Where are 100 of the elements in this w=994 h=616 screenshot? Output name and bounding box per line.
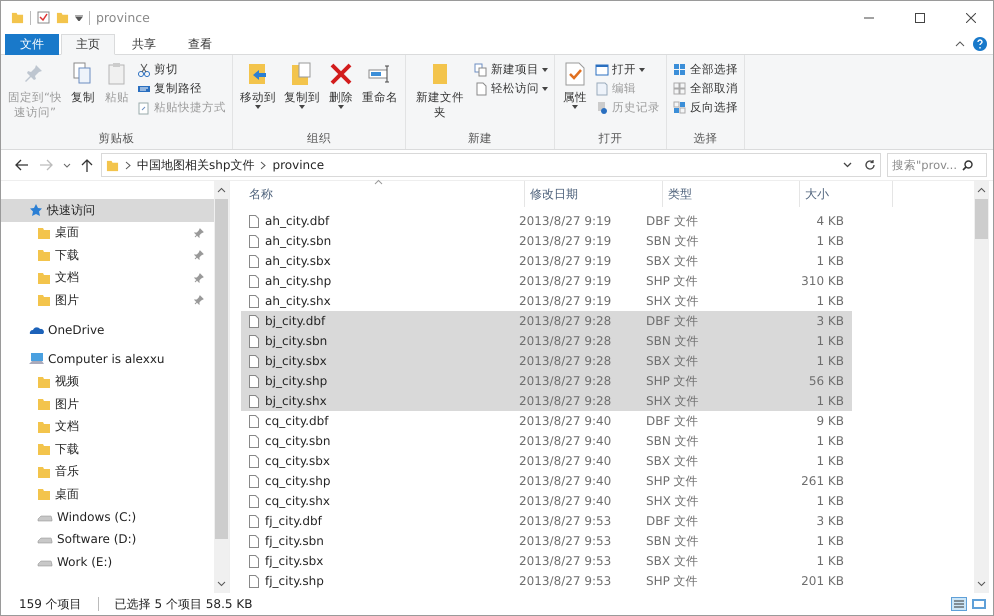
ribbon-tab[interactable]: 共享 — [117, 34, 171, 55]
new-item-icon — [474, 62, 488, 76]
nav-item[interactable]: 图片 — [1, 289, 214, 312]
refresh-icon[interactable] — [864, 159, 876, 171]
nav-item[interactable]: 视频 — [1, 370, 214, 393]
scroll-down-icon[interactable] — [217, 579, 226, 589]
chevron-right-icon[interactable] — [260, 160, 266, 170]
scroll-thumb[interactable] — [215, 199, 228, 539]
ribbon-button[interactable]: 全部选择 — [671, 61, 740, 78]
file-icon — [249, 454, 259, 468]
dropdown-caret-icon[interactable] — [75, 14, 83, 20]
pin-icon[interactable] — [194, 250, 204, 260]
scrollbar[interactable] — [214, 181, 229, 593]
ribbon-button[interactable]: 反向选择 — [671, 99, 740, 116]
nav-item[interactable]: OneDrive — [1, 318, 214, 341]
ribbon-tab[interactable]: 查看 — [173, 34, 227, 55]
file-row[interactable]: cq_city.shx 2013/8/27 9:40 SHX 文件 1 KB — [241, 491, 852, 511]
column-header[interactable]: 类型 — [663, 181, 800, 207]
file-row[interactable]: cq_city.sbx 2013/8/27 9:40 SBX 文件 1 KB — [241, 451, 852, 471]
scroll-thumb[interactable] — [975, 199, 988, 239]
ribbon-button[interactable]: 属性 — [559, 59, 591, 131]
column-header[interactable]: 修改日期 — [525, 181, 663, 207]
file-row[interactable]: bj_city.dbf 2013/8/27 9:28 DBF 文件 3 KB — [241, 311, 852, 331]
column-header[interactable]: 名称 — [244, 181, 525, 207]
nav-item[interactable]: 图片 — [1, 393, 214, 416]
scroll-down-icon[interactable] — [977, 579, 986, 589]
file-row[interactable]: ah_city.shx 2013/8/27 9:19 SHX 文件 1 KB — [241, 291, 852, 311]
chevron-down-icon[interactable] — [843, 162, 852, 168]
file-row[interactable]: bj_city.sbn 2013/8/27 9:28 SBN 文件 1 KB — [241, 331, 852, 351]
ribbon-button[interactable]: 打开 — [593, 61, 662, 78]
file-row[interactable]: ah_city.sbx 2013/8/27 9:19 SBX 文件 1 KB — [241, 251, 852, 271]
help-icon[interactable] — [973, 37, 987, 51]
nav-item[interactable]: 音乐 — [1, 460, 214, 483]
file-row[interactable]: fj_city.sbn 2013/8/27 9:53 SBN 文件 1 KB — [241, 531, 852, 551]
type-cell-text: SHP 文件 — [645, 472, 699, 490]
ribbon-button[interactable]: 复制路径 — [135, 80, 228, 97]
file-name: fj_city.sbn — [244, 534, 514, 548]
back-button[interactable] — [13, 157, 31, 173]
file-row[interactable]: cq_city.shp 2013/8/27 9:40 SHP 文件 261 KB — [241, 471, 852, 491]
file-row[interactable]: fj_city.dbf 2013/8/27 9:53 DBF 文件 3 KB — [241, 511, 852, 531]
dropdown-caret-icon — [639, 68, 645, 72]
ribbon-button[interactable]: 全部取消 — [671, 80, 740, 97]
column-header[interactable]: 大小 — [800, 181, 893, 207]
file-row[interactable]: bj_city.sbx 2013/8/27 9:28 SBX 文件 1 KB — [241, 351, 852, 371]
ribbon-button[interactable]: 重命名 — [359, 59, 401, 131]
size-cell-text: 1 KB — [815, 554, 845, 568]
sort-caret-icon — [374, 179, 383, 185]
pin-icon[interactable] — [194, 272, 204, 283]
recent-locations-button[interactable] — [61, 160, 73, 170]
size-cell-text: 261 KB — [800, 474, 845, 488]
pin-icon[interactable] — [194, 228, 204, 238]
search-field[interactable]: 搜索"prov... — [887, 153, 987, 177]
pin-icon[interactable] — [194, 295, 204, 306]
nav-item[interactable]: Work (E:) — [1, 550, 214, 573]
scrollbar[interactable] — [974, 181, 989, 593]
nav-item[interactable]: 下载 — [1, 244, 214, 266]
dropdown-caret-icon — [542, 86, 548, 90]
file-row[interactable]: cq_city.sbn 2013/8/27 9:40 SBN 文件 1 KB — [241, 431, 852, 451]
file-row[interactable]: ah_city.shp 2013/8/27 9:19 SHP 文件 310 KB — [241, 271, 852, 291]
nav-item[interactable]: Software (D:) — [1, 528, 214, 550]
computer-icon — [29, 352, 44, 366]
properties-check-icon[interactable] — [37, 11, 50, 24]
details-view-icon[interactable] — [951, 597, 967, 611]
address-bar[interactable]: 中国地图相关shp文件 province — [101, 153, 881, 177]
ribbon-button[interactable]: 新建文件夹 — [410, 59, 470, 131]
nav-item[interactable]: 文档 — [1, 416, 214, 438]
nav-item[interactable]: 桌面 — [1, 222, 214, 244]
ribbon-button[interactable]: 轻松访问 — [472, 80, 550, 97]
ribbon-button[interactable]: 移动到 — [237, 59, 279, 131]
group-label: 选择 — [692, 131, 718, 147]
file-row[interactable]: bj_city.shp 2013/8/27 9:28 SHP 文件 56 KB — [241, 371, 852, 391]
file-row[interactable]: fj_city.shp 2013/8/27 9:53 SHP 文件 201 KB — [241, 571, 852, 591]
file-row[interactable]: cq_city.dbf 2013/8/27 9:40 DBF 文件 9 KB — [241, 411, 852, 431]
breadcrumb[interactable]: 中国地图相关shp文件 — [137, 156, 254, 174]
scroll-up-icon[interactable] — [977, 185, 986, 195]
file-row[interactable]: ah_city.dbf 2013/8/27 9:19 DBF 文件 4 KB — [241, 211, 852, 231]
chevron-right-icon[interactable] — [125, 160, 131, 170]
breadcrumb[interactable]: province — [272, 158, 324, 172]
date-cell-text: 2013/8/27 9:19 — [518, 294, 612, 308]
select-none-icon — [673, 82, 687, 96]
file-row[interactable]: fj_city.sbx 2013/8/27 9:53 SBX 文件 1 KB — [241, 551, 852, 571]
nav-item[interactable]: Windows (C:) — [1, 506, 214, 528]
ribbon-button[interactable]: 复制到 — [281, 59, 323, 131]
up-button[interactable] — [79, 156, 95, 174]
file-row[interactable]: bj_city.shx 2013/8/27 9:28 SHX 文件 1 KB — [241, 391, 852, 411]
nav-item[interactable]: Computer is alexxu — [1, 348, 214, 370]
collapse-ribbon-icon[interactable] — [955, 41, 965, 47]
file-row[interactable]: ah_city.sbn 2013/8/27 9:19 SBN 文件 1 KB — [241, 231, 852, 251]
nav-item[interactable]: 文档 — [1, 266, 214, 289]
nav-item[interactable]: 桌面 — [1, 483, 214, 506]
nav-item[interactable]: 快速访问 — [1, 199, 214, 222]
ribbon-button[interactable]: 剪切 — [135, 61, 228, 78]
ribbon-button[interactable]: 删除 — [325, 59, 357, 131]
date-cell-text: 2013/8/27 9:40 — [518, 474, 612, 488]
nav-item[interactable]: 下载 — [1, 438, 214, 460]
ribbon-tab[interactable]: 主页 — [61, 34, 115, 55]
ribbon-button[interactable]: 新建项目 — [472, 61, 550, 78]
ribbon-button[interactable]: 复制 — [67, 59, 99, 131]
scroll-up-icon[interactable] — [217, 185, 226, 195]
file-menu-tab[interactable]: 文件 — [5, 34, 59, 55]
